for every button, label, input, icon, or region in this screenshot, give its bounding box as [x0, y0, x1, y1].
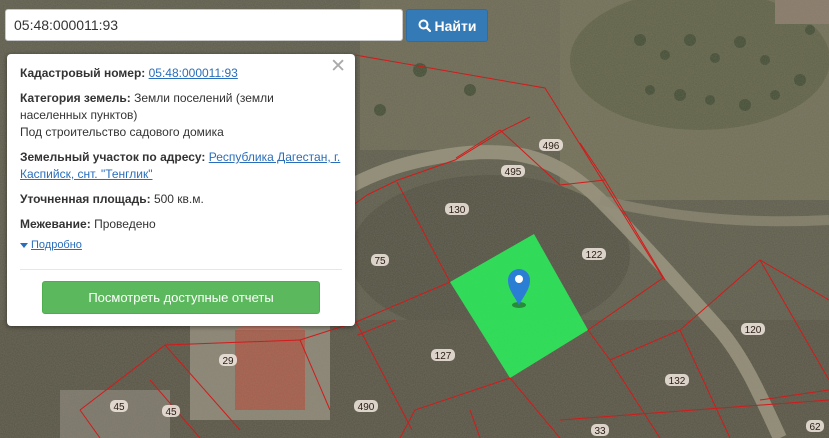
category-row: Категория земель: Земли поселений (земли…	[20, 90, 342, 141]
parcel-number-label[interactable]: 132	[669, 376, 686, 387]
divider	[20, 269, 342, 270]
search-icon	[418, 19, 431, 32]
parcel-number-label[interactable]: 495	[505, 167, 522, 178]
view-reports-button[interactable]: Посмотреть доступные отчеты	[42, 281, 320, 314]
parcel-number-label[interactable]: 490	[358, 402, 375, 413]
cadastral-label: Кадастровый номер:	[20, 66, 146, 80]
details-link[interactable]: Подробно	[31, 239, 82, 251]
parcel-number-label[interactable]: 120	[745, 325, 762, 336]
address-row: Земельный участок по адресу: Республика …	[20, 149, 342, 183]
area-label: Уточненная площадь:	[20, 192, 151, 206]
parcel-number-label[interactable]: 45	[113, 402, 125, 413]
area-value: 500 кв.м.	[153, 192, 204, 206]
address-label: Земельный участок по адресу:	[20, 150, 206, 164]
parcel-number-label[interactable]: 127	[435, 351, 452, 362]
parcel-number-label[interactable]: 33	[594, 426, 606, 437]
parcel-number-label[interactable]: 62	[809, 422, 821, 433]
close-icon[interactable]: ✕	[330, 57, 346, 76]
cadastral-row: Кадастровый номер: 05:48:000011:93	[20, 65, 342, 82]
caret-down-icon	[20, 242, 28, 248]
search-button[interactable]: Найти	[406, 9, 488, 42]
survey-value: Проведено	[94, 217, 156, 231]
parcel-number-label[interactable]: 45	[165, 407, 177, 418]
category-label: Категория земель:	[20, 91, 131, 105]
cadastral-link[interactable]: 05:48:000011:93	[149, 66, 238, 80]
survey-row: Межевание: Проведено	[20, 216, 342, 233]
parcel-info-popup: ✕ Кадастровый номер: 05:48:000011:93 Кат…	[7, 54, 355, 326]
parcel-number-label[interactable]: 496	[543, 141, 560, 152]
parcel-number-label[interactable]: 75	[374, 256, 386, 267]
area-row: Уточненная площадь: 500 кв.м.	[20, 191, 342, 208]
parcel-number-label[interactable]: 29	[222, 356, 234, 367]
parcel-number-label[interactable]: 130	[449, 205, 466, 216]
purpose-value: Под строительство садового домика	[20, 125, 224, 139]
search-input[interactable]	[5, 9, 403, 41]
parcel-number-label[interactable]: 122	[586, 250, 603, 261]
survey-label: Межевание:	[20, 217, 91, 231]
details-toggle[interactable]: Подробно	[20, 239, 342, 251]
search-button-label: Найти	[434, 17, 477, 34]
